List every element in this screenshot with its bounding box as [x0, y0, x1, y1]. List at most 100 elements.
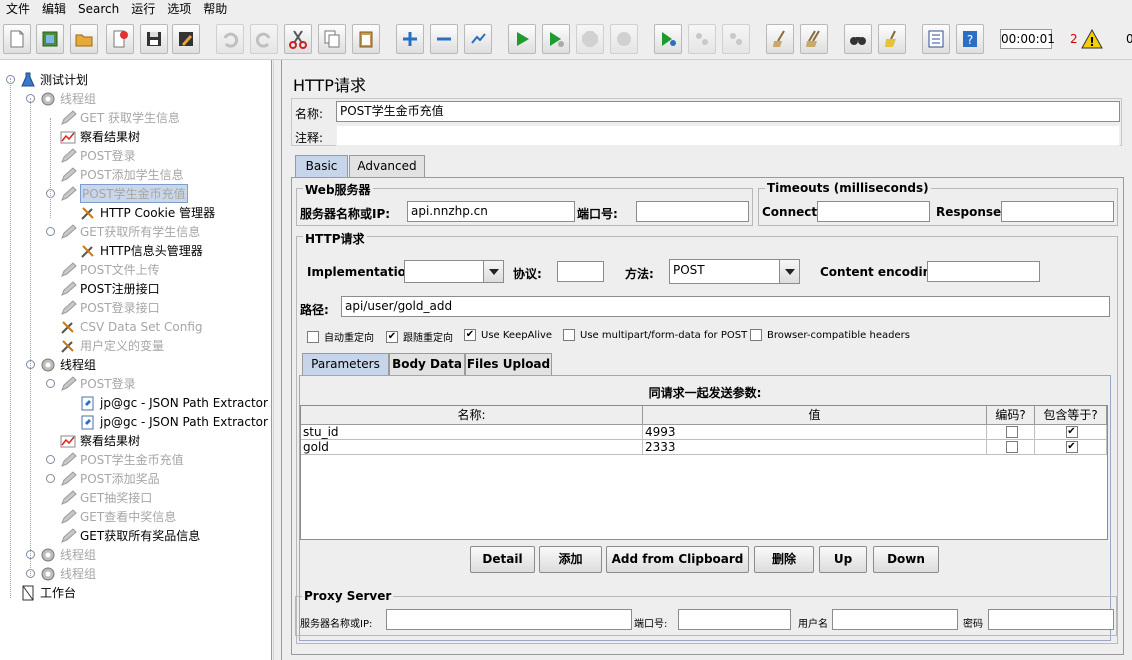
stop-button[interactable] [576, 24, 604, 54]
tree-node[interactable]: 用户定义的变量 [46, 336, 164, 355]
remote-stop-button[interactable] [688, 24, 716, 54]
tree-node[interactable]: jp@gc - JSON Path Extractor [66, 412, 268, 431]
tree-node[interactable]: POST登录接口 [46, 298, 160, 317]
add-button[interactable]: 添加 [539, 546, 602, 573]
comment-field[interactable] [336, 125, 1120, 146]
tree-node[interactable]: GET 获取学生信息 [46, 108, 180, 127]
keepalive-checkbox[interactable]: ✔ [464, 329, 476, 341]
proxy-port-field[interactable] [678, 609, 791, 630]
tree-node[interactable]: 线程组 [26, 545, 96, 564]
copy-button[interactable] [318, 24, 346, 54]
menu-edit[interactable]: 编辑 [36, 1, 72, 17]
tab-basic[interactable]: Basic [295, 155, 348, 177]
warning-icon[interactable]: ! [1081, 29, 1103, 49]
tree-node[interactable]: GET抽奖接口 [46, 488, 152, 507]
tree-node[interactable]: 工作台 [6, 583, 76, 602]
menu-help[interactable]: 帮助 [197, 1, 233, 17]
table-row-1-include-equals[interactable]: ✔ [1035, 425, 1107, 440]
tree-node[interactable]: GET获取所有奖品信息 [46, 526, 200, 545]
tree-node[interactable]: 察看结果树 [46, 127, 140, 146]
connect-timeout-field[interactable] [817, 201, 930, 222]
port-field[interactable] [636, 201, 749, 222]
implementation-select[interactable] [404, 260, 504, 283]
start-no-pause-button[interactable] [542, 24, 570, 54]
tree-node[interactable]: POST学生金币充值 [46, 450, 184, 469]
tab-body-data[interactable]: Body Data [389, 353, 465, 375]
server-field[interactable]: api.nnzhp.cn [407, 201, 575, 222]
expand-button[interactable] [396, 24, 424, 54]
include-equals-checkbox[interactable]: ✔ [1065, 426, 1078, 438]
delete-button[interactable]: 删除 [754, 546, 814, 573]
table-row-2-value[interactable]: 2333 [643, 440, 987, 455]
up-button[interactable]: Up [819, 546, 867, 573]
tree-node[interactable]: 线程组 [26, 564, 96, 583]
option-follow-redirects[interactable]: ✔ 跟随重定向 [386, 329, 453, 344]
tree-expander-icon[interactable] [46, 379, 55, 388]
test-plan-tree[interactable]: 测试计划 线程组 GET 获取学生信息 察看结果树 POST登录 POST添加学生信息 PO… [0, 60, 272, 660]
tree-expander-icon[interactable] [46, 474, 55, 483]
shutdown-button[interactable] [610, 24, 638, 54]
split-pane-divider[interactable] [273, 60, 282, 660]
paste-button[interactable] [352, 24, 380, 54]
tree-node[interactable]: POST添加奖品 [46, 469, 160, 488]
table-row-2-include-equals[interactable]: ✔ [1035, 440, 1107, 455]
menu-run[interactable]: 运行 [125, 1, 161, 17]
col-include-equals-header[interactable]: 包含等于? [1035, 406, 1107, 425]
clear-all-button[interactable] [800, 24, 828, 54]
tree-node[interactable]: 测试计划 [6, 70, 88, 89]
tree-node[interactable]: POST注册接口 [46, 279, 160, 298]
tree-node[interactable]: POST登录 [46, 374, 136, 393]
remote-shutdown-button[interactable] [722, 24, 750, 54]
encode-checkbox[interactable] [1005, 426, 1018, 438]
proxy-user-field[interactable] [832, 609, 958, 630]
reset-search-button[interactable] [878, 24, 906, 54]
tab-files-upload[interactable]: Files Upload [465, 353, 552, 375]
close-button[interactable] [106, 24, 134, 54]
undo-button[interactable] [216, 24, 244, 54]
save-as-button[interactable] [172, 24, 200, 54]
method-select[interactable]: POST [669, 259, 800, 284]
tree-node[interactable]: HTTP Cookie 管理器 [66, 203, 215, 222]
follow-redirects-checkbox[interactable]: ✔ [386, 330, 398, 343]
tree-node[interactable]: POST学生金币充值 [46, 184, 188, 203]
tree-expander-icon[interactable] [46, 227, 55, 236]
tree-node[interactable]: POST登录 [46, 146, 136, 165]
include-equals-checkbox[interactable]: ✔ [1065, 441, 1078, 453]
add-from-clipboard-button[interactable]: Add from Clipboard [606, 546, 749, 573]
open-button[interactable] [70, 24, 98, 54]
protocol-field[interactable] [557, 261, 604, 282]
tree-node[interactable]: POST添加学生信息 [46, 165, 184, 184]
response-timeout-field[interactable] [1001, 201, 1114, 222]
function-helper-button[interactable] [922, 24, 950, 54]
proxy-server-field[interactable] [386, 609, 632, 630]
toggle-button[interactable] [464, 24, 492, 54]
path-field[interactable]: api/user/gold_add [341, 296, 1110, 317]
tree-expander-icon[interactable] [46, 455, 55, 464]
save-button[interactable] [140, 24, 168, 54]
parameters-table[interactable]: 名称: 值 编码? 包含等于? stu_id 4993 ✔ gold 2333 … [300, 405, 1108, 540]
tab-advanced[interactable]: Advanced [349, 155, 425, 177]
cut-button[interactable] [284, 24, 312, 54]
browser-headers-checkbox[interactable] [750, 329, 762, 341]
redo-button[interactable] [250, 24, 278, 54]
col-name-header[interactable]: 名称: [301, 406, 643, 425]
search-button[interactable] [844, 24, 872, 54]
collapse-button[interactable] [430, 24, 458, 54]
start-button[interactable] [508, 24, 536, 54]
tab-parameters[interactable]: Parameters [302, 353, 389, 375]
tree-node[interactable]: CSV Data Set Config [46, 317, 203, 336]
multipart-checkbox[interactable] [563, 329, 575, 341]
tree-node[interactable]: POST文件上传 [46, 260, 160, 279]
detail-button[interactable]: Detail [470, 546, 535, 573]
templates-button[interactable] [36, 24, 64, 54]
remote-start-button[interactable] [654, 24, 682, 54]
col-encode-header[interactable]: 编码? [987, 406, 1035, 425]
menu-search[interactable]: Search [72, 1, 125, 17]
tree-node[interactable]: HTTP信息头管理器 [66, 241, 203, 260]
option-auto-redirect[interactable]: 自动重定向 [307, 329, 374, 344]
tree-node[interactable]: 线程组 [26, 89, 96, 108]
tree-node[interactable]: 线程组 [26, 355, 96, 374]
tree-node[interactable]: 察看结果树 [46, 431, 140, 450]
col-value-header[interactable]: 值 [643, 406, 987, 425]
table-row-1-encode[interactable] [987, 425, 1035, 440]
